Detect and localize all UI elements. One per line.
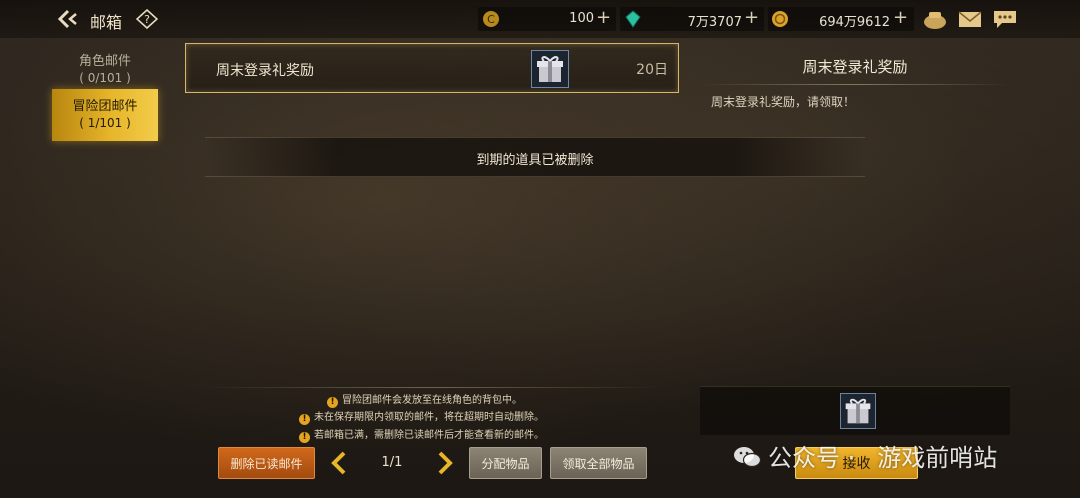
tab-role-mail-label: 角色邮件 — [78, 54, 131, 69]
chevron-right-icon[interactable] — [434, 451, 454, 475]
delete-read-mail-button[interactable]: 删除已读邮件 — [218, 447, 315, 479]
page-indicator: 1/1 — [381, 455, 403, 470]
tab-adventure-mail-label: 冒险团邮件 — [72, 99, 138, 114]
detail-body: 周末登录礼奖励，请领取！ — [711, 95, 856, 109]
notice-line-1: ! 冒险团邮件会发放至在线角色的背包中。 — [327, 391, 522, 408]
watermark-name: 游戏前哨站 — [877, 444, 998, 472]
gold-coin-c-icon: C — [482, 10, 500, 28]
tab-adventure-mail-count: ( 1/101 ) — [79, 116, 131, 130]
bag-icon[interactable] — [922, 8, 948, 30]
add-currency-1-button[interactable]: + — [596, 8, 611, 28]
reward-strip — [700, 386, 1010, 435]
gift-box-icon — [531, 50, 569, 88]
svg-text:?: ? — [144, 13, 150, 26]
notice-text-2: 未在保存期限内领取的邮件，将在超期时自动删除。 — [314, 412, 544, 423]
notice-line-2: ! 未在保存期限内领取的邮件，将在超期时自动删除。 — [299, 408, 544, 425]
warning-icon: ! — [299, 414, 310, 425]
back-arrow-icon[interactable] — [56, 8, 82, 30]
currency-3-value: 694万9612 — [819, 15, 890, 30]
tab-adventure-mail[interactable]: 冒险团邮件 ( 1/101 ) — [52, 89, 158, 141]
add-currency-3-button[interactable]: + — [893, 8, 908, 28]
notice-line-3: ! 若邮箱已满，需删除已读邮件后才能查看新的邮件。 — [299, 426, 544, 443]
add-currency-2-button[interactable]: + — [744, 8, 759, 28]
currency-2-value: 7万3707 — [687, 15, 742, 30]
currency-1-value: 100 — [569, 11, 594, 26]
help-icon[interactable]: ? — [135, 8, 159, 30]
gold-coin-icon — [771, 10, 789, 28]
mail-item-title: 周末登录礼奖励 — [216, 63, 314, 79]
claim-all-button[interactable]: 领取全部物品 — [550, 447, 647, 479]
page-title: 邮箱 — [90, 13, 123, 32]
mail-item-days: 20日 — [636, 62, 668, 78]
svg-text:C: C — [487, 13, 495, 26]
notice-text-3: 若邮箱已满，需删除已读邮件后才能查看新的邮件。 — [314, 430, 544, 441]
notice-divider — [205, 387, 660, 388]
tab-role-mail-count: ( 0/101 ) — [79, 71, 131, 85]
warning-icon: ! — [327, 397, 338, 408]
green-gem-icon — [624, 10, 642, 28]
wechat-icon — [732, 444, 762, 470]
chevron-left-icon[interactable] — [330, 451, 350, 475]
chat-bubble-icon[interactable] — [992, 8, 1018, 30]
mail-icon[interactable] — [957, 8, 983, 30]
expired-notice-text: 到期的道具已被删除 — [476, 153, 594, 168]
watermark: 公众号 · 游戏前哨站 — [732, 438, 997, 473]
assign-items-button[interactable]: 分配物品 — [469, 447, 542, 479]
gift-box-icon[interactable] — [840, 393, 876, 429]
mail-list-item[interactable]: 周末登录礼奖励 20日 — [185, 43, 679, 93]
detail-title: 周末登录礼奖励 — [802, 58, 908, 76]
detail-divider — [700, 84, 1010, 85]
expired-notice-bar: 到期的道具已被删除 — [205, 137, 865, 177]
watermark-prefix: 公众号 · — [768, 444, 856, 472]
notice-text-1: 冒险团邮件会发放至在线角色的背包中。 — [342, 395, 522, 406]
warning-icon: ! — [299, 432, 310, 443]
